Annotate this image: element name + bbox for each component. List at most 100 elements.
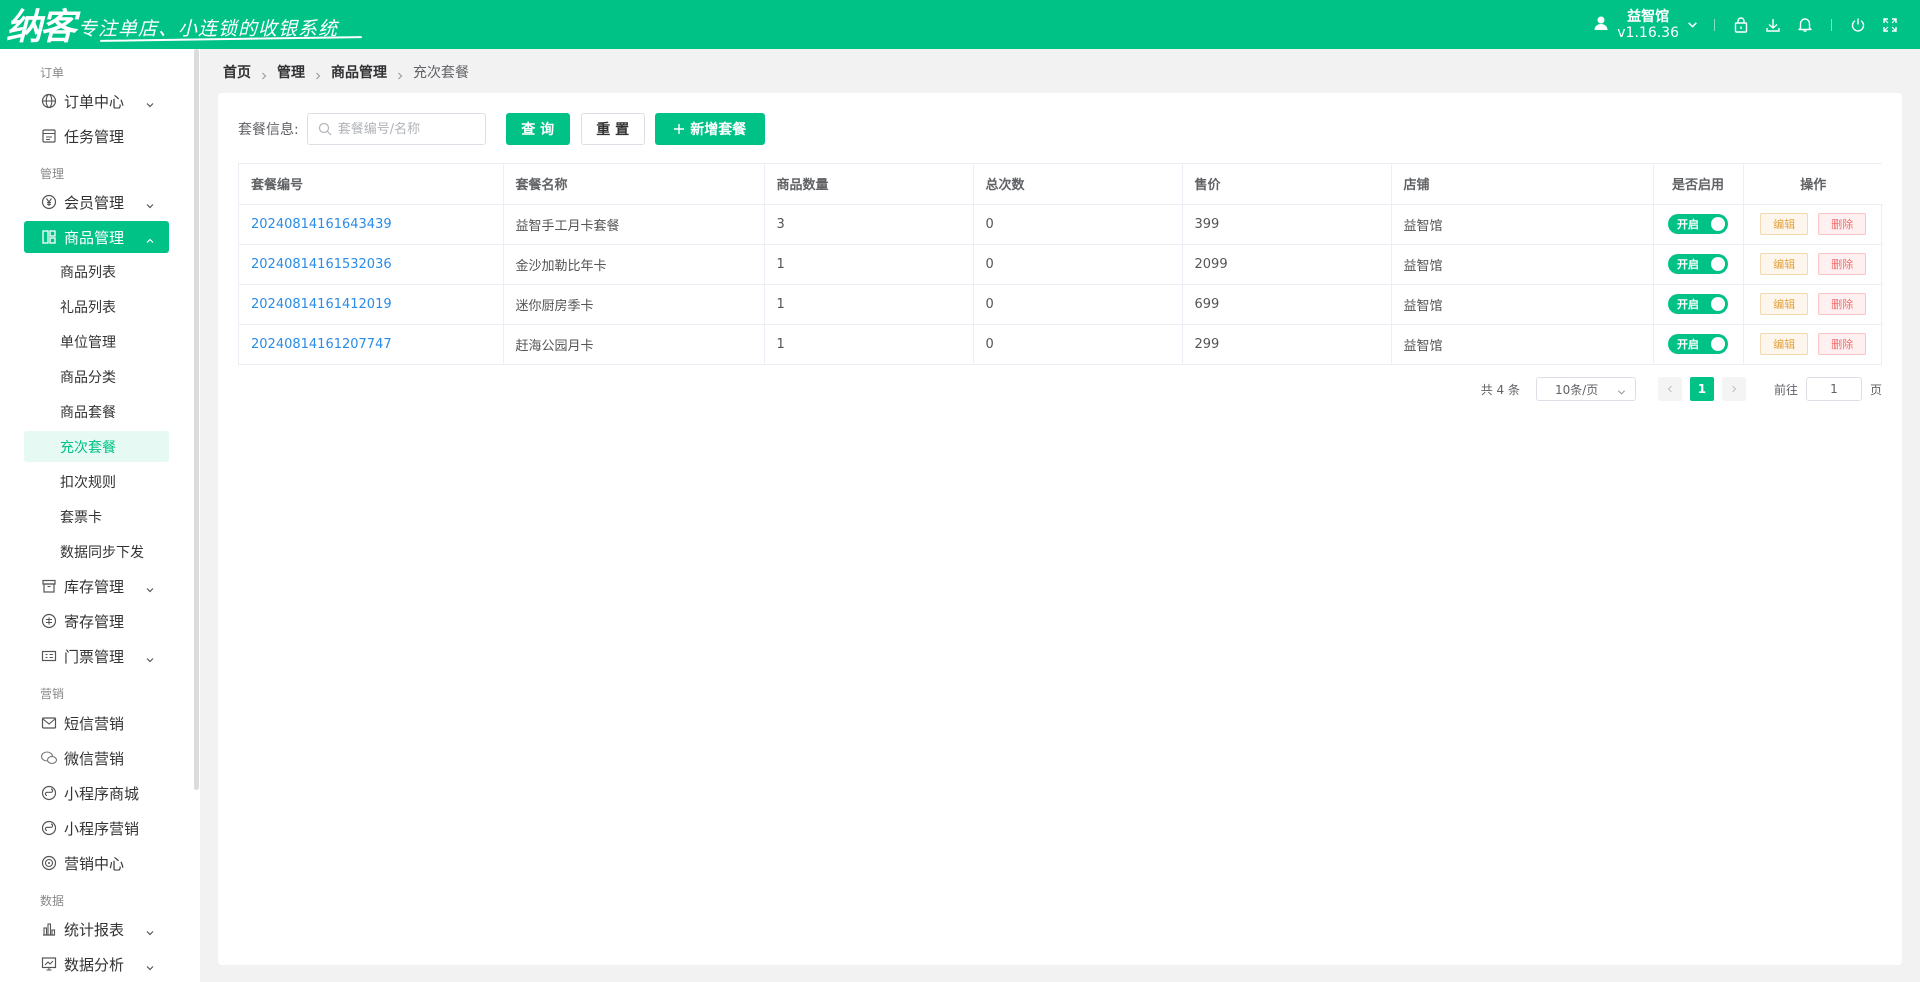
toggle-label: 开启 [1677, 338, 1699, 352]
sidebar-item-label: 会员管理 [64, 193, 125, 212]
package-code-link[interactable]: 20240814161643439 [239, 204, 504, 245]
sidebar-item-miniapp-mall[interactable]: 小程序商城 [24, 777, 169, 809]
bell-icon[interactable] [1789, 9, 1821, 41]
goto-label: 前往 [1773, 382, 1798, 397]
goto-page-input[interactable] [1805, 377, 1862, 401]
lock-icon[interactable] [1725, 9, 1757, 41]
enabled-toggle[interactable]: 开启 [1668, 294, 1728, 314]
sidebar-item-task-manage[interactable]: 任务管理 [24, 120, 169, 152]
sidebar-item-member-manage[interactable]: 会员管理 [24, 186, 169, 218]
enabled-toggle[interactable]: 开启 [1668, 254, 1728, 274]
package-code-link[interactable]: 20240814161532036 [239, 244, 504, 285]
sidebar-sub-deduct-rule[interactable]: 扣次规则 [24, 466, 169, 497]
package-store: 益智馆 [1391, 324, 1654, 364]
sidebar-sub-gift-list[interactable]: 礼品列表 [24, 291, 169, 322]
package-times: 0 [973, 204, 1183, 245]
table-row: 20240814161207747 赶海公园月卡 1 0 299 益智馆 开启 … [239, 324, 1883, 364]
next-page-button[interactable] [1721, 377, 1746, 401]
breadcrumb-home[interactable]: 首页 [223, 62, 251, 82]
sidebar-item-miniapp-marketing[interactable]: 小程序营销 [24, 812, 169, 844]
deposit-icon [40, 612, 58, 630]
page-size-select[interactable]: 10条/页 [1535, 377, 1636, 401]
breadcrumb-manage[interactable]: 管理 [277, 62, 305, 82]
pagination: 共 4 条 10条/页 1 前往 页 [1481, 377, 1882, 401]
page-number-current[interactable]: 1 [1689, 377, 1714, 401]
breadcrumb-goods-manage[interactable]: 商品管理 [331, 62, 387, 82]
delete-button[interactable]: 删除 [1818, 333, 1867, 356]
package-store: 益智馆 [1391, 244, 1654, 285]
chevron-down-icon [145, 924, 155, 936]
edit-button[interactable]: 编辑 [1760, 253, 1809, 275]
header-actions: 益智馆 v1.16.36 [1593, 0, 1920, 49]
actions-cell: 编辑 删除 [1743, 284, 1883, 325]
sidebar-sub-goods-category[interactable]: 商品分类 [24, 361, 169, 392]
sidebar-sub-data-sync[interactable]: 数据同步下发 [24, 536, 169, 567]
search-input[interactable] [337, 121, 478, 137]
package-qty: 1 [764, 244, 974, 285]
prev-page-button[interactable] [1657, 377, 1682, 401]
sidebar-item-sms-marketing[interactable]: 短信营销 [24, 707, 169, 739]
package-price: 399 [1182, 204, 1392, 245]
breadcrumb-current: 充次套餐 [413, 65, 469, 81]
enabled-cell: 开启 [1653, 244, 1744, 285]
sidebar-sub-goods-package[interactable]: 商品套餐 [24, 396, 169, 427]
delete-button[interactable]: 删除 [1818, 293, 1867, 315]
header-divider [1714, 18, 1715, 31]
sidebar-item-stats-report[interactable]: 统计报表 [24, 913, 169, 945]
sidebar-item-data-analysis[interactable]: 数据分析 [24, 948, 169, 980]
actions-cell: 编辑 删除 [1743, 324, 1883, 364]
sidebar-item-label: 营销中心 [64, 854, 125, 873]
sidebar-sub-goods-list[interactable]: 商品列表 [24, 256, 169, 287]
query-button[interactable]: 查 询 [505, 113, 570, 145]
toggle-label: 开启 [1677, 218, 1699, 231]
table-row: 20240814161412019 迷你厨房季卡 1 0 699 益智馆 开启 … [239, 284, 1883, 325]
edit-button[interactable]: 编辑 [1760, 293, 1809, 315]
search-icon [318, 122, 332, 136]
delete-button[interactable]: 删除 [1818, 253, 1867, 275]
package-code-link[interactable]: 20240814161207747 [239, 324, 504, 364]
reset-button[interactable]: 重 置 [580, 113, 645, 145]
sidebar-item-label: 订单中心 [64, 92, 125, 111]
chevron-right-icon [396, 68, 404, 80]
sidebar-item-label: 小程序营销 [64, 819, 140, 838]
sidebar-sub-recharge-package[interactable]: 充次套餐 [24, 431, 169, 462]
add-package-button[interactable]: 新增套餐 [654, 113, 765, 145]
sidebar-sub-unit-manage[interactable]: 单位管理 [24, 326, 169, 357]
package-name: 益智手工月卡套餐 [503, 204, 765, 245]
sidebar-group-marketing: 营销 [40, 687, 65, 701]
user-menu[interactable]: 益智馆 v1.16.36 [1593, 9, 1698, 41]
logo-slogan: 专注单店、小连锁的收银系统 [78, 18, 339, 40]
chevron-up-icon [145, 232, 155, 243]
sidebar-scrollbar[interactable] [194, 49, 199, 790]
sidebar: 订单 订单中心 任务管理 管理 会员管理 商品管理 商品列表 礼品列表 单位管理… [0, 49, 200, 982]
breadcrumb: 首页 管理 商品管理 充次套餐 [223, 62, 469, 82]
sidebar-item-goods-manage[interactable]: 商品管理 [24, 221, 169, 253]
edit-button[interactable]: 编辑 [1760, 213, 1809, 235]
pagination-total: 共 4 条 [1480, 382, 1520, 397]
edit-button[interactable]: 编辑 [1760, 333, 1809, 356]
sidebar-sub-ticket-card[interactable]: 套票卡 [24, 501, 169, 532]
top-header: 纳客 专注单店、小连锁的收银系统 益智馆 v1.16.36 [0, 0, 1920, 49]
sidebar-item-deposit-manage[interactable]: 寄存管理 [24, 605, 169, 637]
sidebar-item-order-center[interactable]: 订单中心 [24, 85, 169, 117]
download-icon[interactable] [1757, 9, 1789, 41]
chevron-down-icon [145, 96, 155, 108]
table-row: 20240814161532036 金沙加勒比年卡 1 0 2099 益智馆 开… [239, 244, 1883, 285]
fullscreen-icon[interactable] [1874, 9, 1906, 41]
yen-icon [40, 193, 58, 211]
sidebar-item-marketing-center[interactable]: 营销中心 [24, 847, 169, 879]
sidebar-item-stock-manage[interactable]: 库存管理 [24, 570, 169, 602]
sidebar-item-ticket-manage[interactable]: 门票管理 [24, 640, 169, 672]
package-price: 2099 [1182, 244, 1392, 285]
miniapp-icon [40, 784, 58, 802]
search-box[interactable] [306, 113, 486, 145]
sidebar-item-label: 库存管理 [64, 577, 125, 596]
delete-button[interactable]: 删除 [1818, 213, 1867, 235]
sidebar-item-wechat-marketing[interactable]: 微信营销 [24, 742, 169, 774]
logo[interactable]: 纳客 专注单店、小连锁的收银系统 [0, 0, 363, 49]
package-code-link[interactable]: 20240814161412019 [239, 284, 504, 325]
enabled-toggle[interactable]: 开启 [1668, 334, 1728, 355]
table-header-row: 套餐编号 套餐名称 商品数量 总次数 售价 店铺 是否启用 操作 [239, 164, 1883, 205]
power-icon[interactable] [1842, 9, 1874, 41]
enabled-toggle[interactable]: 开启 [1668, 214, 1728, 234]
